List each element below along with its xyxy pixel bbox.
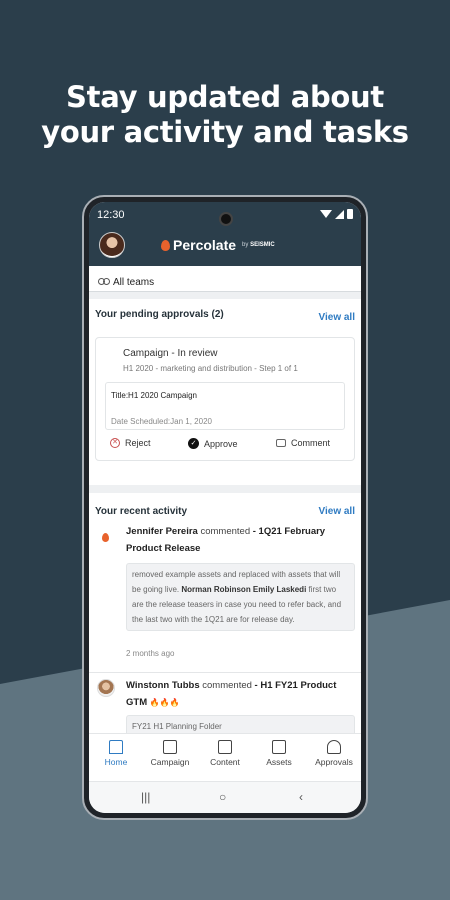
nav-assets[interactable]: Assets	[252, 740, 306, 767]
activity-comment-quote: FY21 H1 Planning Folder	[126, 715, 355, 733]
app-logo: Percolate by SEISMIC	[161, 237, 275, 253]
nav-content[interactable]: Content	[198, 740, 252, 767]
approval-detail-date: Date Scheduled:Jan 1, 2020	[111, 417, 212, 426]
signal-icon	[335, 209, 344, 219]
quote-mentions[interactable]: Norman Robinson Emily Laskedi	[181, 585, 306, 594]
approval-detail-title: Title:H1 2020 Campaign	[111, 391, 197, 400]
phone-screen: 12:30 Percolate by SEISMIC All teams You…	[89, 202, 361, 813]
home-system-button[interactable]: ○	[219, 790, 226, 804]
activity-item[interactable]: Winstonn Tubbs commented - H1 FY21 Produ…	[89, 677, 361, 733]
approval-item-title: Campaign - In review	[123, 348, 218, 359]
status-time: 12:30	[97, 209, 125, 221]
camera-icon	[219, 212, 233, 226]
recent-activity-title: Your recent activity	[95, 506, 188, 517]
nav-home-label: Home	[104, 757, 128, 767]
system-navigation-bar: ||| ○ ‹	[89, 781, 361, 813]
headline-line-1: Stay updated about	[66, 80, 384, 114]
activity-timestamp: 2 months ago	[126, 649, 175, 658]
activity-item-header: Winstonn Tubbs commented - H1 FY21 Produ…	[126, 677, 353, 711]
nav-approvals-label: Approvals	[315, 757, 353, 767]
nav-home[interactable]: Home	[89, 740, 143, 767]
battery-icon	[347, 209, 353, 219]
check-circle-icon: ✓	[188, 438, 199, 449]
approval-item-subtitle: H1 2020 - marketing and distribution - S…	[123, 364, 298, 373]
activity-verb: commented	[200, 526, 251, 537]
stamp-icon	[327, 740, 341, 754]
activity-user: Jennifer Pereira	[126, 526, 198, 537]
image-icon	[272, 740, 286, 754]
nav-campaign[interactable]: Campaign	[143, 740, 197, 767]
percolate-drop-icon	[161, 239, 170, 251]
user-avatar	[97, 679, 115, 697]
approval-item[interactable]: Campaign - In review H1 2020 - marketing…	[95, 337, 355, 461]
activity-view-all-link[interactable]: View all	[318, 506, 355, 517]
activity-item[interactable]: Jennifer Pereira commented - 1Q21 Februa…	[89, 523, 361, 673]
home-icon	[109, 740, 123, 754]
percolate-drop-icon	[102, 533, 109, 542]
quote-text: FY21 H1 Planning Folder	[132, 722, 222, 731]
comment-button[interactable]: Comment	[276, 438, 330, 448]
approve-label: Approve	[204, 438, 238, 449]
back-button[interactable]: ‹	[299, 790, 303, 804]
comment-label: Comment	[291, 438, 331, 448]
pending-approvals-card: Your pending approvals (2) View all Camp…	[89, 299, 361, 485]
status-bar: 12:30	[89, 202, 361, 226]
approve-button[interactable]: ✓ Approve	[188, 438, 238, 449]
status-icons	[320, 209, 353, 219]
headline: Stay updated about your activity and tas…	[0, 80, 450, 150]
bottom-navigation: Home Campaign Content Assets Approvals	[89, 733, 361, 781]
team-filter[interactable]: All teams	[89, 266, 361, 292]
nav-campaign-label: Campaign	[150, 757, 190, 767]
activity-item-header: Jennifer Pereira commented - 1Q21 Februa…	[126, 523, 353, 557]
people-icon	[97, 278, 110, 287]
document-icon	[218, 740, 232, 754]
nav-assets-label: Assets	[266, 757, 292, 767]
calendar-icon	[163, 740, 177, 754]
team-filter-label: All teams	[113, 277, 155, 288]
activity-user: Winstonn Tubbs	[126, 680, 200, 691]
logo-byline: by SEISMIC	[242, 242, 275, 248]
approval-detail-box: Title:H1 2020 Campaign Date Scheduled:Ja…	[105, 382, 345, 430]
wifi-icon	[320, 210, 332, 218]
nav-approvals[interactable]: Approvals	[307, 740, 361, 767]
fire-emoji: 🔥🔥🔥	[149, 698, 180, 707]
reject-button[interactable]: ✕ Reject	[110, 438, 151, 448]
headline-line-2: your activity and tasks	[41, 115, 409, 149]
pending-approvals-title: Your pending approvals (2)	[95, 309, 224, 320]
profile-avatar[interactable]	[99, 232, 125, 258]
nav-content-label: Content	[210, 757, 240, 767]
phone-frame: 12:30 Percolate by SEISMIC All teams You…	[82, 195, 368, 820]
logo-by-word: by	[242, 242, 249, 248]
close-circle-icon: ✕	[110, 438, 120, 448]
logo-text: Percolate	[173, 237, 237, 253]
recent-activity-card: Your recent activity View all Jennifer P…	[89, 493, 361, 733]
activity-verb: commented	[202, 680, 252, 691]
comment-icon	[276, 439, 286, 447]
logo-brand: SEISMIC	[250, 242, 275, 248]
reject-label: Reject	[125, 438, 151, 448]
app-header: Percolate by SEISMIC	[89, 226, 361, 266]
activity-comment-quote: removed example assets and replaced with…	[126, 563, 355, 631]
recents-button[interactable]: |||	[141, 790, 150, 804]
approvals-view-all-link[interactable]: View all	[318, 312, 355, 323]
